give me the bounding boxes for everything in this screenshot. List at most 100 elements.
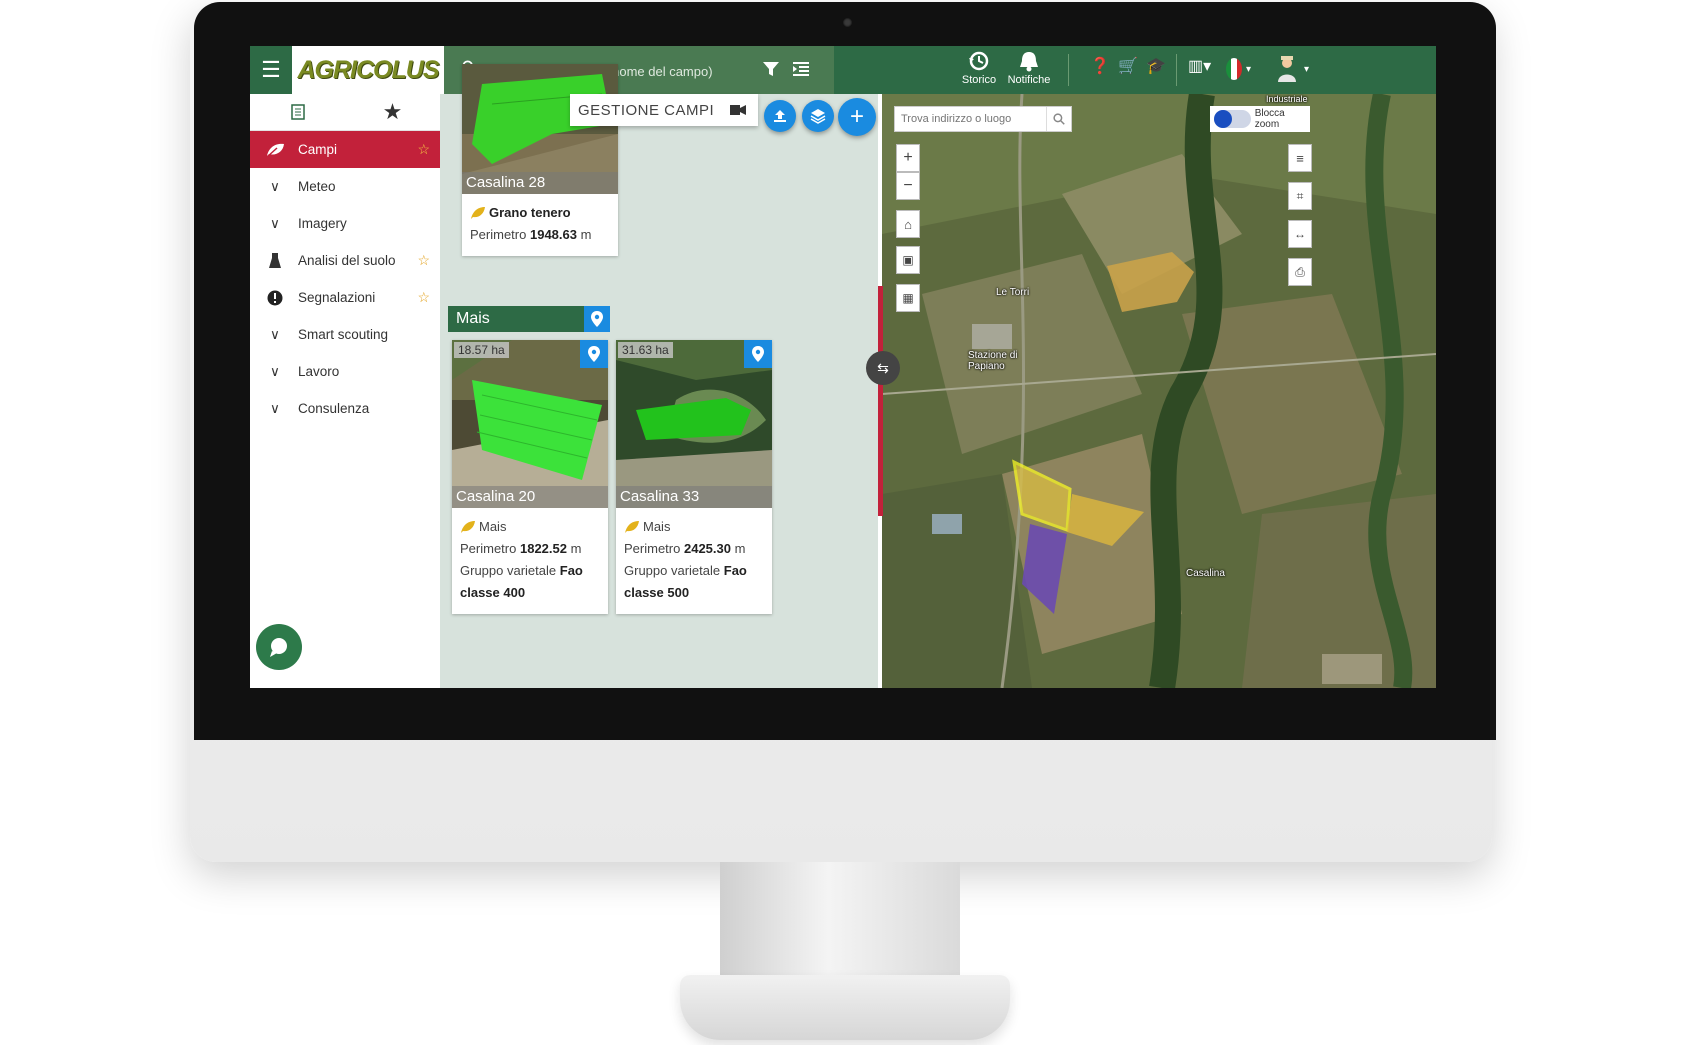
layer-list-icon[interactable]: ≡ xyxy=(1288,144,1312,172)
perimeter-unit: m xyxy=(580,227,592,242)
lock-zoom-label: Blocca zoom xyxy=(1254,108,1285,130)
sidebar-item-smart-scouting[interactable]: ∨ Smart scouting xyxy=(250,316,440,353)
layers-button[interactable] xyxy=(802,100,834,132)
map-search-box xyxy=(894,106,1072,132)
map-pin-button[interactable] xyxy=(580,340,608,368)
field-details: Grano tenero Perimetro 1948.63 m xyxy=(462,194,618,256)
map-pin-button[interactable] xyxy=(744,340,772,368)
search-icon[interactable] xyxy=(1046,107,1071,131)
monitor-stand xyxy=(720,862,960,982)
camera-icon xyxy=(843,18,852,27)
sidebar-item-meteo[interactable]: ∨ Meteo xyxy=(250,168,440,205)
organization-icon[interactable]: ▥▾ xyxy=(1188,56,1211,76)
history-button[interactable]: Storico xyxy=(956,48,1002,86)
map-place-label: Le Torri xyxy=(996,287,1030,298)
crop-tool-icon[interactable]: ⌗ xyxy=(1288,182,1312,210)
help-icon[interactable]: ❓ xyxy=(1090,56,1110,76)
satellite-imagery xyxy=(882,94,1436,688)
sidebar-item-imagery[interactable]: ∨ Imagery xyxy=(250,205,440,242)
area-unit: ha xyxy=(491,343,505,357)
sidebar-item-label: Meteo xyxy=(298,179,336,194)
chevron-down-icon: ∨ xyxy=(270,178,280,194)
crop-group-header[interactable]: Mais xyxy=(448,306,610,332)
divider xyxy=(1176,54,1177,86)
star-outline-icon[interactable]: ☆ xyxy=(417,289,430,306)
history-icon xyxy=(969,51,989,71)
home-icon[interactable]: ⌂ xyxy=(896,210,920,238)
area-value: 18.57 xyxy=(458,343,489,357)
alert-icon xyxy=(264,290,286,306)
user-dropdown-icon[interactable]: ▾ xyxy=(1304,64,1309,75)
tab-favorites[interactable]: ★ xyxy=(345,94,440,130)
map-pin-icon xyxy=(588,346,600,362)
map-search-input[interactable] xyxy=(895,107,1053,131)
zoom-in-button[interactable]: + xyxy=(896,144,920,172)
sidebar-item-segnalazioni[interactable]: Segnalazioni ☆ xyxy=(250,279,440,316)
language-dropdown-icon[interactable]: ▾ xyxy=(1246,64,1251,75)
video-camera-icon[interactable] xyxy=(730,104,746,116)
italy-flag-icon[interactable] xyxy=(1226,58,1242,80)
notifications-label: Notifiche xyxy=(1007,74,1051,86)
map-pin-icon xyxy=(591,311,603,327)
bell-icon xyxy=(1020,52,1038,72)
perimeter-label: Perimetro xyxy=(624,541,681,556)
print-icon[interactable]: ⎙ xyxy=(1288,258,1312,286)
perimeter-unit: m xyxy=(570,541,582,556)
qr-code-icon[interactable]: ▦ xyxy=(896,284,920,312)
variety-class: classe 500 xyxy=(624,585,690,600)
star-outline-icon[interactable]: ☆ xyxy=(417,141,430,158)
sort-list-icon[interactable] xyxy=(792,60,810,78)
toggle-switch[interactable] xyxy=(1214,110,1251,128)
leaf-icon xyxy=(264,142,286,158)
sidebar-item-campi[interactable]: Campi ☆ xyxy=(250,131,440,168)
tab-list[interactable] xyxy=(250,94,345,130)
map-place-label: Industriale xyxy=(1266,94,1308,104)
perimeter-value: 2425.30 xyxy=(683,541,731,556)
star-outline-icon[interactable]: ☆ xyxy=(417,252,430,269)
area-badge: 31.63 ha xyxy=(618,342,673,358)
lock-zoom-toggle[interactable]: Blocca zoom xyxy=(1210,106,1310,132)
sidebar-item-consulenza[interactable]: ∨ Consulenza xyxy=(250,390,440,427)
resize-handle[interactable]: ⇆ xyxy=(866,351,900,385)
measure-icon[interactable]: ↔ xyxy=(1288,220,1312,248)
perimeter-label: Perimetro xyxy=(470,227,527,242)
logo-text: AGRICOLUS xyxy=(297,55,440,84)
add-field-button[interactable]: + xyxy=(838,98,876,136)
chat-button[interactable] xyxy=(256,624,302,670)
map-pin-button[interactable] xyxy=(584,306,610,332)
field-card[interactable]: 31.63 ha Casalina 33 Mais Perimetro 2425… xyxy=(616,340,772,614)
chevron-down-icon: ∨ xyxy=(270,363,280,379)
monitor-base xyxy=(680,975,1010,1040)
sidebar-item-lavoro[interactable]: ∨ Lavoro xyxy=(250,353,440,390)
image-layer-icon[interactable]: ▣ xyxy=(896,246,920,274)
upload-button[interactable] xyxy=(764,100,796,132)
variety-group-value: Fao xyxy=(559,563,583,578)
graduation-cap-icon[interactable]: 🎓 xyxy=(1146,56,1166,76)
sidebar-item-label: Lavoro xyxy=(298,364,340,379)
crop-leaf-icon xyxy=(625,521,639,533)
notifications-button[interactable]: Notifiche xyxy=(1002,48,1056,86)
logo[interactable]: AGRICOLUS xyxy=(292,46,444,94)
field-card[interactable]: 18.57 ha Casalina 20 Mais Perimetro 1822… xyxy=(452,340,608,614)
variety-group-label: Gruppo varietale xyxy=(624,563,721,578)
splitter-bar[interactable] xyxy=(878,286,883,516)
perimeter-value: 1822.52 xyxy=(519,541,567,556)
field-thumbnail: 31.63 ha Casalina 33 xyxy=(616,340,772,508)
zoom-out-button[interactable]: − xyxy=(896,172,920,200)
map-pin-icon xyxy=(752,346,764,362)
area-badge: 18.57 ha xyxy=(454,342,509,358)
field-thumbnail: Casalina 28 xyxy=(462,64,618,194)
map-place-label: Stazione di Papiano xyxy=(968,350,1018,372)
sidebar-item-analisi-suolo[interactable]: Analisi del suolo ☆ xyxy=(250,242,440,279)
cart-icon[interactable]: 🛒 xyxy=(1118,56,1138,76)
fields-panel: Casalina 28 Grano tenero Perimetro 1948.… xyxy=(440,64,878,688)
filter-icon[interactable] xyxy=(762,60,780,78)
page-title-text: GESTIONE CAMPI xyxy=(578,101,715,119)
perimeter-value: 1948.63 xyxy=(529,227,577,242)
hamburger-menu-icon[interactable]: ☰ xyxy=(250,46,292,94)
app-screen: ☰ AGRICOLUS Storic xyxy=(250,46,1436,688)
satellite-map[interactable]: Le Torri Stazione di Papiano Casalina In… xyxy=(882,94,1436,688)
perimeter-label: Perimetro xyxy=(460,541,517,556)
field-card[interactable]: Casalina 28 Grano tenero Perimetro 1948.… xyxy=(462,64,618,256)
user-avatar-icon[interactable] xyxy=(1276,54,1298,84)
